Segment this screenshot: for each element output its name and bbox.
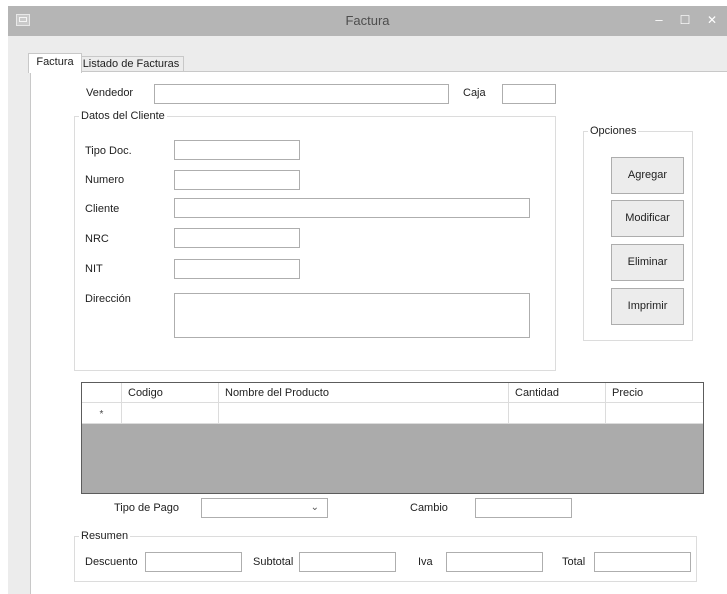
nit-label: NIT [85,263,103,275]
chevron-down-icon[interactable]: ⌄ [311,503,319,513]
direccion-label: Dirección [85,293,131,305]
tab-factura[interactable]: Factura [28,53,82,73]
maximize-icon[interactable]: ☐ [670,6,700,36]
new-row-cantidad-cell[interactable] [509,403,606,424]
opciones-legend: Opciones [590,125,637,137]
total-label: Total [562,556,586,568]
grid-row-header-corner [82,383,122,403]
vendedor-field[interactable] [154,84,449,104]
resumen-legend: Resumen [81,530,129,542]
iva-label: Iva [418,556,433,568]
column-header-codigo[interactable]: Codigo [122,383,219,403]
factura-window: Factura – ☐ ✕ Factura Listado de Factura… [8,6,727,594]
productos-grid[interactable]: Codigo Nombre del Producto Cantidad Prec… [81,382,704,494]
direccion-field[interactable] [174,293,530,338]
tipo-doc-label: Tipo Doc. [85,145,132,157]
agregar-button[interactable]: Agregar [611,157,684,194]
nrc-label: NRC [85,233,109,245]
total-field[interactable] [594,552,691,572]
close-icon[interactable]: ✕ [697,6,727,36]
vendedor-label: Vendedor [86,87,134,99]
tab-listado-de-facturas[interactable]: Listado de Facturas [78,56,184,72]
subtotal-label: Subtotal [253,556,294,568]
iva-field[interactable] [446,552,543,572]
tipo-doc-field[interactable] [174,140,300,160]
caja-label: Caja [463,87,486,99]
window-title: Factura [345,13,390,28]
subtotal-field[interactable] [299,552,396,572]
new-row-precio-cell[interactable] [606,403,703,424]
caja-field[interactable] [502,84,556,104]
descuento-field[interactable] [145,552,242,572]
column-header-precio[interactable]: Precio [606,383,703,403]
datos-cliente-legend: Datos del Cliente [81,110,165,122]
nit-field[interactable] [174,259,300,279]
cambio-field[interactable] [475,498,572,518]
title-bar[interactable]: Factura – ☐ ✕ [8,6,727,36]
new-row-nombre-cell[interactable] [219,403,509,424]
column-header-cantidad[interactable]: Cantidad [509,383,606,403]
nrc-field[interactable] [174,228,300,248]
descuento-label: Descuento [85,556,138,568]
cliente-label: Cliente [85,203,120,215]
modificar-button[interactable]: Modificar [611,200,684,237]
column-header-nombre-producto[interactable]: Nombre del Producto [219,383,509,403]
new-row-marker: * [82,403,122,424]
new-row-codigo-cell[interactable] [122,403,219,424]
numero-field[interactable] [174,170,300,190]
eliminar-button[interactable]: Eliminar [611,244,684,281]
tipo-pago-label: Tipo de Pago [114,502,180,514]
numero-label: Numero [85,174,125,186]
cliente-field[interactable] [174,198,530,218]
cambio-label: Cambio [410,502,448,514]
tipo-pago-dropdown[interactable]: ⌄ [201,498,328,518]
imprimir-button[interactable]: Imprimir [611,288,684,325]
